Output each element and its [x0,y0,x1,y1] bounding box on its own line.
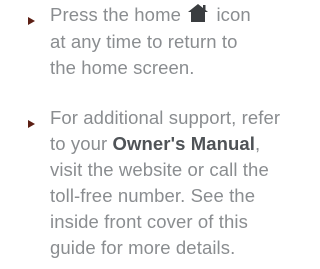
home-icon [188,3,209,29]
bullet-line: inside front cover of this [50,211,248,232]
bullet-line: guide for more details. [50,237,236,258]
bullet-line: at any time to return to [50,31,238,52]
bullet-line: For additional support, refer [50,107,281,128]
bullet-line: visit the website or call the [50,159,269,180]
bullet-line: to your Owner's Manual, [50,133,261,154]
bullet-arrow-icon [28,17,35,25]
bullet-line: toll-free number. See the [50,185,256,206]
bullet-line: the home screen. [50,57,195,78]
bullet-text-home: Press the home icon at any time to retur… [50,2,283,81]
bullet-arrow-icon [28,120,35,128]
bullet-text-support: For additional support, refer to your Ow… [50,105,283,261]
owners-manual-reference: Owner's Manual [112,133,256,154]
bullet-line: Press the home icon [50,2,283,29]
